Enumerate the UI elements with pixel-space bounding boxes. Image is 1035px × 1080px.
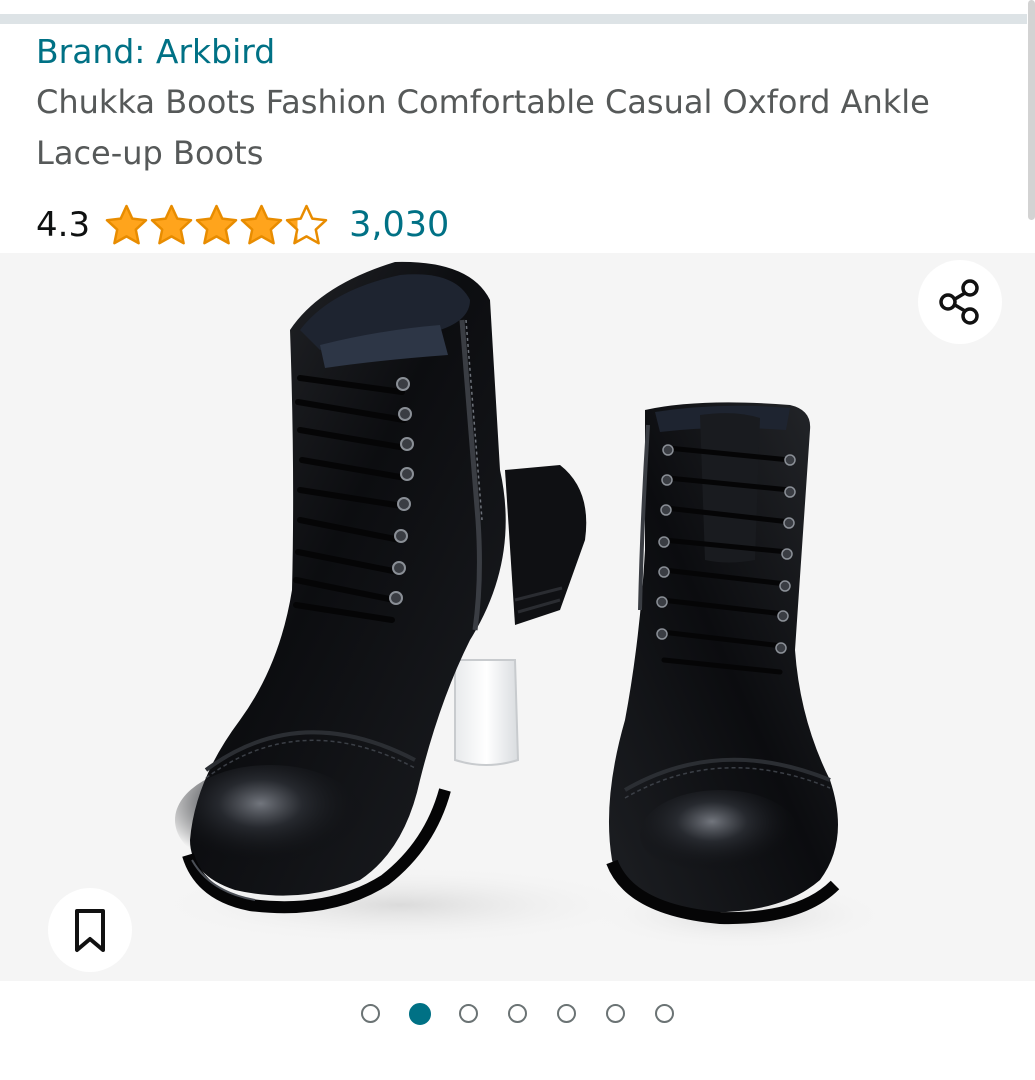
star-icon: [105, 204, 148, 244]
pagination-dot[interactable]: [508, 1004, 527, 1023]
star-icon: [285, 204, 328, 244]
share-icon: [939, 279, 979, 325]
save-to-list-button[interactable]: [48, 888, 132, 972]
star-icon: [240, 204, 283, 244]
star-rating[interactable]: [104, 203, 329, 248]
pagination-dot[interactable]: [459, 1004, 478, 1023]
bookmark-icon: [75, 909, 105, 952]
image-pagination[interactable]: [0, 1001, 1035, 1029]
pagination-dot[interactable]: [655, 1004, 674, 1023]
pagination-dot[interactable]: [361, 1004, 380, 1023]
rating-row[interactable]: 4.3 3,030: [36, 200, 449, 250]
scroll-indicator[interactable]: [1028, 0, 1035, 220]
brand-link[interactable]: Brand: Arkbird: [36, 30, 275, 74]
star-icon: [195, 204, 238, 244]
pagination-dot[interactable]: [557, 1004, 576, 1023]
product-image[interactable]: [0, 253, 1035, 981]
top-divider: [0, 14, 1027, 24]
pagination-dot[interactable]: [408, 1003, 431, 1025]
product-image-gallery[interactable]: [0, 253, 1035, 981]
product-detail-page: Brand: Arkbird Chukka Boots Fashion Comf…: [0, 0, 1035, 1080]
product-title: Chukka Boots Fashion Comfortable Casual …: [36, 83, 930, 172]
star-icon: [150, 204, 193, 244]
share-button[interactable]: [918, 260, 1002, 344]
review-count-link[interactable]: 3,030: [349, 205, 449, 245]
rating-value: 4.3: [36, 205, 91, 245]
pagination-dot[interactable]: [606, 1004, 625, 1023]
